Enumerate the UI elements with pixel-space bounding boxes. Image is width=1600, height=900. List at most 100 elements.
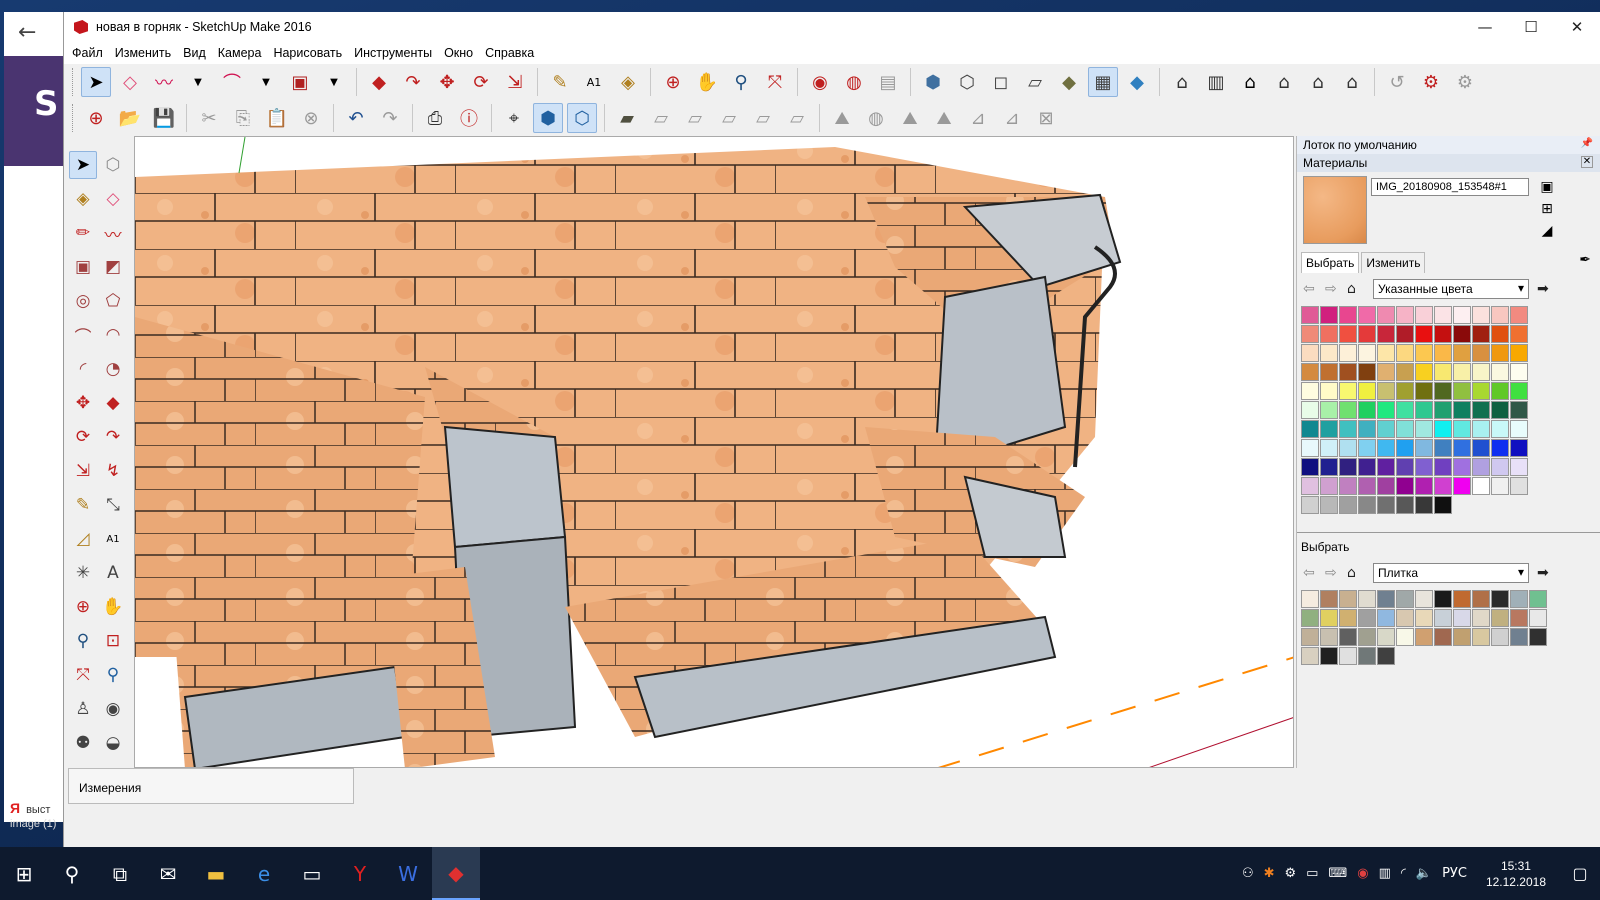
color-swatch[interactable] [1339,496,1357,514]
color-swatch[interactable] [1301,609,1319,627]
start-button-icon[interactable]: ⊞ [0,847,48,900]
rotated-rectangle-icon[interactable]: ◩ [99,253,127,281]
follow-me-tool-icon[interactable]: ↷ [99,423,127,451]
color-swatch[interactable] [1510,628,1528,646]
color-swatch[interactable] [1415,439,1433,457]
color-swatch[interactable] [1453,458,1471,476]
color-swatch[interactable] [1491,590,1509,608]
color-swatch[interactable] [1320,382,1338,400]
paint-bucket-icon[interactable]: ◈ [613,67,643,97]
color-swatch[interactable] [1358,382,1376,400]
color-swatch[interactable] [1339,344,1357,362]
color-swatch[interactable] [1434,306,1452,324]
sandbox-from-scratch-icon[interactable]: ◍ [861,103,891,133]
pan-tool-icon[interactable]: ✋ [692,67,722,97]
color-swatch[interactable] [1377,344,1395,362]
color-swatch[interactable] [1396,401,1414,419]
clock[interactable]: 15:31 12.12.2018 [1486,858,1546,890]
color-swatch[interactable] [1529,628,1547,646]
color-swatch[interactable] [1510,325,1528,343]
sketchup-taskbar-icon[interactable]: ◆ [432,847,480,900]
position-camera-icon[interactable]: ♙ [69,695,97,723]
paint-bucket-icon[interactable]: ◈ [69,185,97,213]
color-swatch[interactable] [1510,401,1528,419]
orbit-tool-icon[interactable]: ⊕ [658,67,688,97]
color-swatch[interactable] [1358,609,1376,627]
orbit-tool-icon[interactable]: ⊕ [69,593,97,621]
color-swatch[interactable] [1339,382,1357,400]
shaded-textures-style-icon[interactable]: ▦ [1088,67,1118,97]
color-swatch[interactable] [1472,590,1490,608]
details-arrow-icon[interactable]: ➡ [1537,281,1549,297]
task-view-icon[interactable]: ⧉ [96,847,144,900]
push-pull-tool-icon[interactable]: ◆ [99,389,127,417]
erase-icon[interactable]: ⊗ [296,103,326,133]
text-tool-icon[interactable]: A1 [99,525,127,553]
tray-title-bar[interactable]: Лоток по умолчанию 📌 [1297,136,1600,154]
extension-warehouse-icon[interactable]: ◍ [839,67,869,97]
home-icon[interactable]: ⌂ [1347,281,1369,297]
paste-icon[interactable]: 📋 [262,103,292,133]
zoom-tool-icon[interactable]: ⚲ [726,67,756,97]
dropdown-arrow-icon[interactable]: ▼ [319,67,349,97]
app-tray-icon[interactable]: ✱ [1264,866,1275,881]
color-swatch[interactable] [1301,477,1319,495]
undo-icon[interactable]: ↶ [341,103,371,133]
color-swatch[interactable] [1510,306,1528,324]
pin-icon[interactable]: 📌 [1581,138,1593,149]
color-swatch[interactable] [1358,325,1376,343]
color-swatch[interactable] [1377,363,1395,381]
save-icon[interactable]: 💾 [149,103,179,133]
materials-panel-header[interactable]: Материалы ✕ [1297,154,1600,172]
color-swatch[interactable] [1396,306,1414,324]
color-swatch[interactable] [1358,590,1376,608]
color-swatch[interactable] [1415,306,1433,324]
color-swatch[interactable] [1510,382,1528,400]
zoom-extents-icon[interactable]: ⤧ [69,661,97,689]
color-swatch[interactable] [1377,401,1395,419]
network-tray-icon[interactable]: ⚙ [1285,866,1297,881]
color-swatch[interactable] [1510,477,1528,495]
push-pull-tool-icon[interactable]: ◆ [364,67,394,97]
color-swatch[interactable] [1510,363,1528,381]
color-swatch[interactable] [1434,628,1452,646]
model-info-icon[interactable]: ⓘ [454,103,484,133]
color-swatch[interactable] [1339,609,1357,627]
color-swatch[interactable] [1453,420,1471,438]
eraser-tool-icon[interactable]: ◇ [99,185,127,213]
color-swatch[interactable] [1358,628,1376,646]
color-swatch[interactable] [1339,363,1357,381]
forward-arrow-icon[interactable]: ⇨ [1325,565,1347,581]
color-swatch[interactable] [1434,496,1452,514]
select-tool-icon[interactable]: ➤ [81,67,111,97]
left-view-icon[interactable]: ⌂ [1337,67,1367,97]
color-swatch[interactable] [1320,439,1338,457]
color-swatch[interactable] [1358,458,1376,476]
color-swatch[interactable] [1301,363,1319,381]
color-swatch[interactable] [1320,609,1338,627]
redo-icon[interactable]: ↷ [375,103,405,133]
open-file-icon[interactable]: 📂 [115,103,145,133]
color-swatch[interactable] [1377,420,1395,438]
color-swatch[interactable] [1434,590,1452,608]
color-swatch[interactable] [1472,306,1490,324]
color-swatch[interactable] [1491,458,1509,476]
color-swatch[interactable] [1434,609,1452,627]
color-swatch[interactable] [1434,439,1452,457]
color-swatch[interactable] [1320,590,1338,608]
color-swatch[interactable] [1415,382,1433,400]
color-swatch[interactable] [1491,325,1509,343]
color-swatch[interactable] [1377,496,1395,514]
move-tool-icon[interactable]: ✥ [69,389,97,417]
circle-tool-icon[interactable]: ◎ [69,287,97,315]
shaded-style-icon[interactable]: ◆ [1054,67,1084,97]
rectangle-tool-icon[interactable]: ▣ [69,253,97,281]
color-swatch[interactable] [1339,325,1357,343]
union-icon[interactable]: ▱ [680,103,710,133]
3d-text-icon[interactable]: A [99,559,127,587]
zoom-window-icon[interactable]: ⊡ [99,627,127,655]
make-component-icon[interactable]: ⬡ [99,151,127,179]
home-icon[interactable]: ⌂ [1347,565,1369,581]
title-bar[interactable]: новая в горняк - SketchUp Make 2016 — ☐ … [64,12,1600,42]
walk-tool-icon[interactable]: ⚉ [69,729,97,757]
